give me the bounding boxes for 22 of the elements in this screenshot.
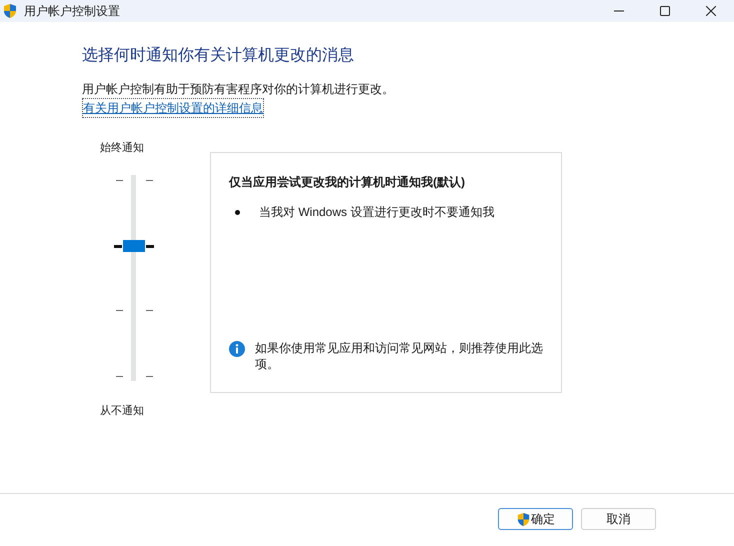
slider-tick xyxy=(146,244,154,248)
slider-tick xyxy=(146,310,153,312)
card-title: 仅当应用尝试更改我的计算机时通知我(默认) xyxy=(229,174,466,191)
page-heading: 选择何时通知你有关计算机更改的消息 xyxy=(82,46,355,66)
cancel-button[interactable]: 取消 xyxy=(581,508,656,530)
slider-bottom-label: 从不通知 xyxy=(100,404,144,418)
slider-tick xyxy=(116,310,123,312)
shield-icon xyxy=(516,512,531,526)
info-icon xyxy=(229,341,245,357)
bullet-text: 当我对 Windows 设置进行更改时不要通知我 xyxy=(259,204,494,221)
bullet-icon xyxy=(235,210,240,214)
maximize-icon xyxy=(660,6,670,16)
slider-top-label: 始终通知 xyxy=(100,140,144,156)
slider-tick xyxy=(114,244,122,248)
window-title: 用户帐户控制设置 xyxy=(24,3,120,20)
slider-thumb[interactable] xyxy=(123,240,145,252)
ok-button[interactable]: 确定 xyxy=(498,508,573,530)
description-text: 用户帐户控制有助于预防有害程序对你的计算机进行更改。 xyxy=(82,81,395,98)
shield-icon xyxy=(2,3,18,19)
recommendation-note: 如果你使用常见应用和访问常见网站，则推荐使用此选项。 xyxy=(255,340,543,372)
details-link[interactable]: 有关用户帐户控制设置的详细信息 xyxy=(82,98,264,118)
close-icon xyxy=(706,6,716,16)
